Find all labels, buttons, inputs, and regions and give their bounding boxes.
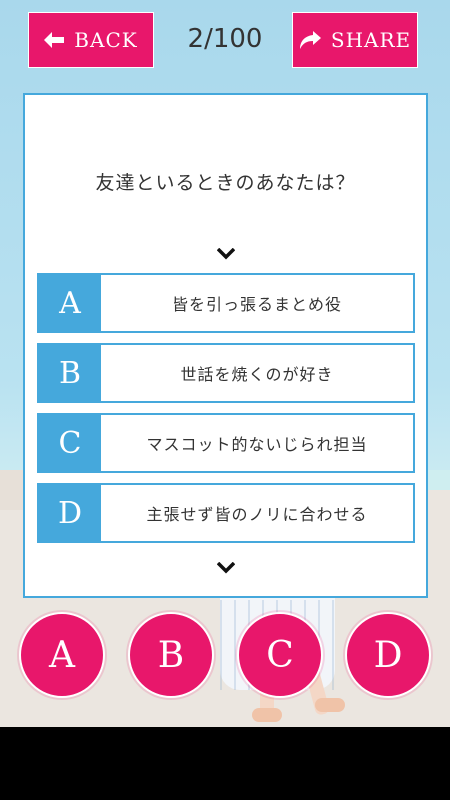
share-label: SHARE	[330, 28, 412, 52]
option-text: 世話を焼くのが好き	[180, 365, 334, 384]
question-card: 友達といるときのあなたは？ A 皆を引っ張るまとめ役 B 世話を焼くのが好き C…	[23, 93, 428, 598]
chevron-down-icon	[216, 559, 236, 578]
option-letter: C	[39, 415, 101, 471]
option-c[interactable]: C マスコット的ないじられ担当	[37, 413, 415, 473]
option-letter: A	[39, 275, 101, 331]
option-text: 主張せず皆のノリに合わせる	[146, 505, 368, 524]
chevron-down-icon	[216, 245, 236, 264]
answer-button-c[interactable]: C	[237, 612, 323, 698]
option-text: 皆を引っ張るまとめ役	[171, 295, 342, 314]
option-a[interactable]: A 皆を引っ張るまとめ役	[37, 273, 415, 333]
option-b[interactable]: B 世話を焼くのが好き	[37, 343, 415, 403]
share-arrow-icon	[299, 31, 321, 49]
quiz-screen: BACK 2/100 SHARE 友達といるときのあなたは？ A 皆を引っ張るま…	[0, 0, 450, 727]
answer-button-b[interactable]: B	[128, 612, 214, 698]
option-letter: D	[39, 485, 101, 541]
progress-counter: 2/100	[187, 24, 263, 54]
question-text: 友達といるときのあなたは？	[95, 172, 356, 194]
illustration-shoe	[315, 698, 345, 712]
option-text: マスコット的ないじられ担当	[146, 435, 368, 454]
option-d[interactable]: D 主張せず皆のノリに合わせる	[37, 483, 415, 543]
arrow-left-icon	[44, 32, 65, 48]
back-label: BACK	[74, 28, 138, 52]
back-button[interactable]: BACK	[28, 12, 154, 68]
share-button[interactable]: SHARE	[292, 12, 418, 68]
answer-button-a[interactable]: A	[19, 612, 105, 698]
illustration-shoe	[252, 708, 282, 722]
option-letter: B	[39, 345, 101, 401]
answer-button-d[interactable]: D	[345, 612, 431, 698]
